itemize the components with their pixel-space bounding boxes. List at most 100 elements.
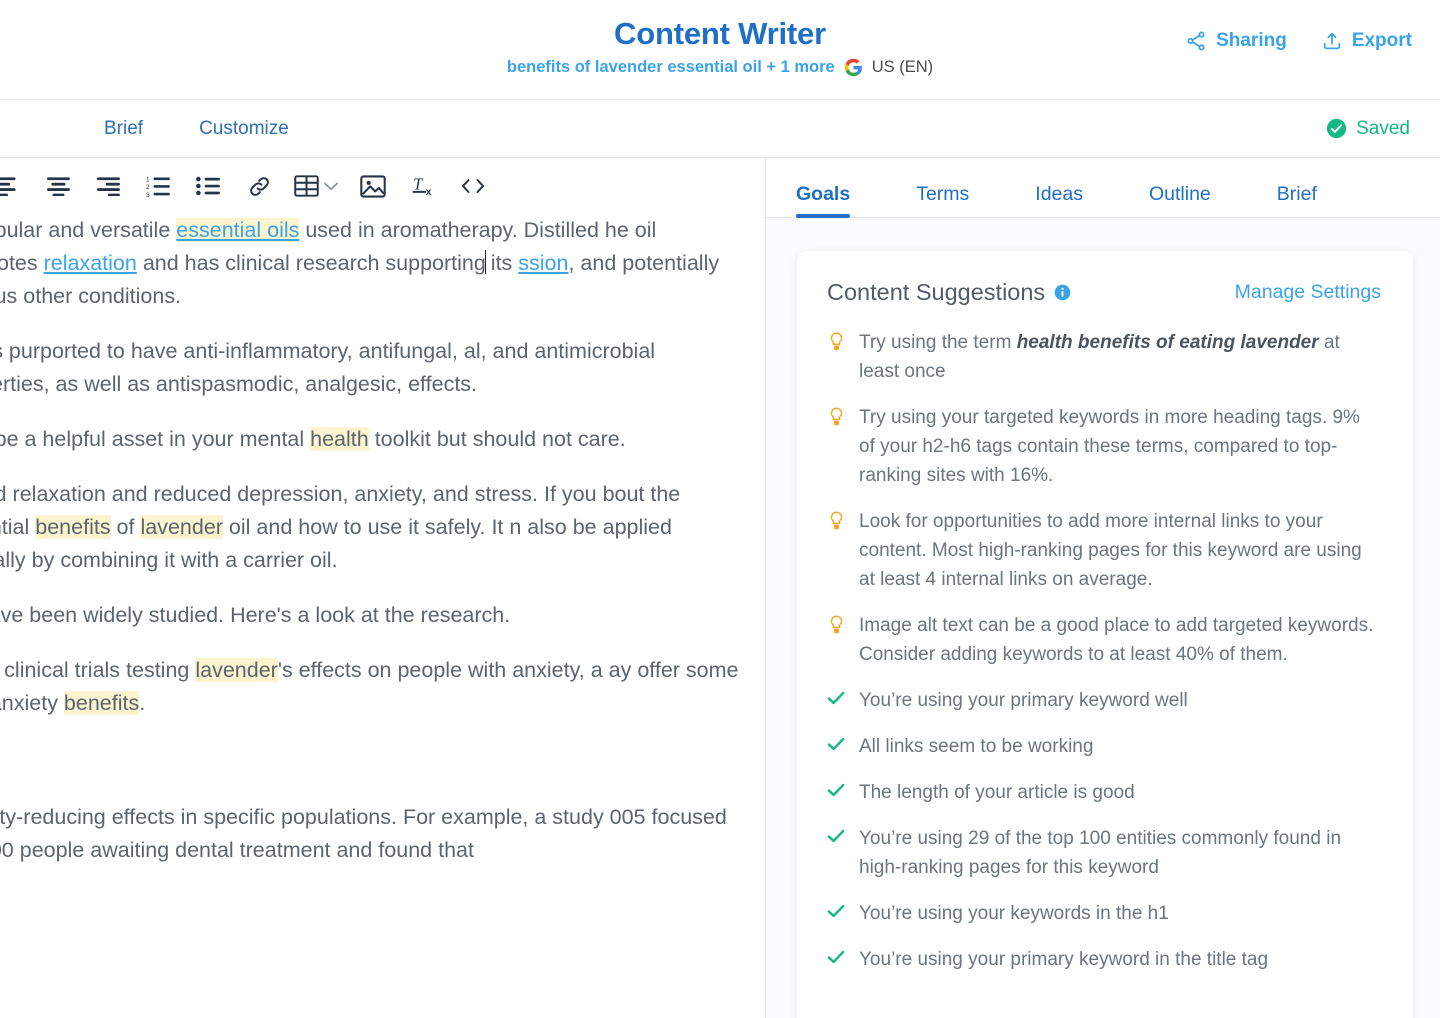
app-header: Content Writer benefits of lavender esse…	[0, 0, 1440, 100]
doc-text: used in aromatherapy. Distilled	[299, 218, 605, 242]
content-suggestions-title: Content Suggestions	[827, 279, 1046, 305]
lightbulb-icon	[827, 611, 845, 669]
doc-paragraph-7: anxiety-reducing effects in specific pop…	[0, 801, 750, 867]
doc-paragraph-1: st popular and versatile essential oils …	[0, 214, 750, 313]
tab-optimization[interactable]: otion	[0, 118, 48, 140]
info-icon[interactable]	[1054, 284, 1071, 301]
doc-link-essential-oils[interactable]: essential oils	[176, 218, 300, 242]
doc-text: oil and how to use it safely. It	[222, 515, 510, 539]
list-item: Try using the term health benefits of ea…	[827, 328, 1381, 386]
suggestion-text-before: Try using the term	[859, 332, 1017, 353]
tab-terms[interactable]: Terms	[916, 183, 969, 217]
chevron-down-icon	[324, 182, 338, 191]
check-icon	[827, 899, 845, 928]
list-item: Try using your targeted keywords in more…	[827, 403, 1381, 490]
tab-customize[interactable]: Customize	[199, 118, 289, 140]
lightbulb-icon	[827, 328, 845, 386]
list-item: All links seem to be working	[827, 732, 1381, 761]
doc-text: al to be a helpful asset in your mental	[0, 427, 305, 451]
keyword-link[interactable]: benefits of lavender essential oil + 1 m…	[507, 58, 835, 77]
bullet-list-icon[interactable]	[184, 164, 234, 208]
table-icon[interactable]	[284, 164, 348, 208]
side-panel-tabs: Goals Terms Ideas Outline Brief	[766, 158, 1440, 218]
doc-text: .	[139, 691, 146, 715]
tab-brief[interactable]: Brief	[104, 118, 143, 140]
lightbulb-icon	[827, 507, 845, 594]
export-label: Export	[1351, 30, 1412, 51]
doc-link-depression[interactable]: ssion	[518, 251, 568, 275]
suggestion-text: Try using your targeted keywords in more…	[859, 407, 1360, 486]
doc-paragraph-5: es have been widely studied. Here's a lo…	[0, 603, 511, 627]
doc-text: st popular and versatile	[0, 218, 171, 242]
suggestion-text: Try using the term health benefits of ea…	[859, 328, 1381, 386]
goals-scroll-area[interactable]: Content Suggestions Manage Settings Try …	[766, 218, 1440, 1018]
saved-label: Saved	[1356, 117, 1410, 139]
svg-text:2: 2	[146, 184, 150, 191]
doc-text: anxiety-reducing effects in specific pop…	[0, 805, 610, 829]
doc-text: of	[110, 515, 141, 539]
card-header: Content Suggestions Manage Settings	[827, 279, 1381, 306]
suggestion-emphasis: health benefits of eating lavender	[1016, 332, 1319, 353]
image-icon[interactable]	[348, 164, 398, 208]
document-body[interactable]: st popular and versatile essential oils …	[0, 214, 765, 867]
suggestion-text: You’re using 29 of the top 100 entities …	[859, 828, 1342, 878]
doc-paragraph-4: eased relaxation and reduced depression,…	[0, 478, 750, 577]
doc-text: 's effects on people with anxiety, a	[277, 658, 609, 682]
export-button[interactable]: Export	[1321, 30, 1412, 52]
list-item: Look for opportunities to add more inter…	[827, 507, 1381, 594]
check-icon	[827, 732, 845, 761]
align-left-icon[interactable]	[0, 164, 34, 208]
tab-ideas[interactable]: Ideas	[1035, 183, 1083, 217]
doc-text: its	[484, 251, 519, 275]
highlighted-term: lavender	[140, 515, 223, 539]
suggestion-text: Look for opportunities to add more inter…	[859, 511, 1362, 590]
document-subbar: otion Brief Customize Saved	[0, 100, 1440, 158]
tab-goals[interactable]: Goals	[796, 183, 851, 218]
doc-paragraph-3: al to be a helpful asset in your mental …	[0, 423, 750, 456]
doc-link-relaxation[interactable]: relaxation	[44, 251, 137, 275]
manage-settings-link[interactable]: Manage Settings	[1235, 281, 1381, 304]
suggestion-text: You’re using your primary keyword well	[859, 690, 1188, 711]
list-item: You’re using your keywords in the h1	[827, 899, 1381, 928]
editor-pane: 1 2 3 T x ular and versatile essential o…	[0, 158, 766, 1018]
code-icon[interactable]	[448, 164, 498, 208]
svg-text:3: 3	[146, 192, 150, 197]
list-item: The length of your article is good	[827, 778, 1381, 807]
suggestion-text: You’re using your primary keyword in the…	[859, 949, 1269, 970]
google-icon	[844, 58, 863, 77]
sharing-label: Sharing	[1216, 30, 1287, 51]
align-right-icon[interactable]	[84, 164, 134, 208]
doc-text: eased relaxation and reduced depression,…	[0, 482, 603, 506]
check-icon	[827, 945, 845, 974]
check-icon	[827, 686, 845, 715]
svg-text:x: x	[425, 187, 431, 198]
doc-text: il. It is purported to have anti-inflamm…	[0, 339, 458, 363]
sharing-button[interactable]: Sharing	[1185, 30, 1287, 52]
export-upload-icon	[1321, 30, 1343, 52]
content-suggestions-card: Content Suggestions Manage Settings Try …	[797, 251, 1413, 1018]
lightbulb-icon	[827, 403, 845, 490]
header-subtitle: benefits of lavender essential oil + 1 m…	[0, 58, 1440, 77]
doc-text: and has clinical research supporting	[136, 251, 486, 275]
clear-formatting-icon[interactable]: T x	[398, 164, 448, 208]
tab-brief-side[interactable]: Brief	[1277, 183, 1317, 217]
highlighted-term: health	[310, 427, 369, 451]
header-actions: Sharing Export	[1185, 30, 1412, 52]
doc-heading-anxiety: ety	[0, 742, 750, 775]
ordered-list-icon[interactable]: 1 2 3	[134, 164, 184, 208]
editor-toolbar: 1 2 3 T x	[0, 158, 765, 214]
doc-paragraph-6: scale clinical trials testing lavender's…	[0, 654, 750, 720]
subbar-tab-list: otion Brief Customize	[0, 118, 289, 140]
check-icon	[827, 824, 845, 882]
doc-text: scale clinical trials testing	[0, 658, 190, 682]
list-item: You’re using your primary keyword in the…	[827, 945, 1381, 974]
check-circle-icon	[1326, 118, 1347, 139]
goals-panel: Goals Terms Ideas Outline Brief Content …	[766, 158, 1440, 1018]
list-item: You’re using your primary keyword well	[827, 686, 1381, 715]
tab-outline[interactable]: Outline	[1149, 183, 1211, 217]
link-icon[interactable]	[234, 164, 284, 208]
list-item: You’re using 29 of the top 100 entities …	[827, 824, 1381, 882]
suggestions-list: Try using the term health benefits of ea…	[827, 328, 1381, 991]
align-center-icon[interactable]	[34, 164, 84, 208]
suggestion-text: The length of your article is good	[859, 782, 1135, 803]
